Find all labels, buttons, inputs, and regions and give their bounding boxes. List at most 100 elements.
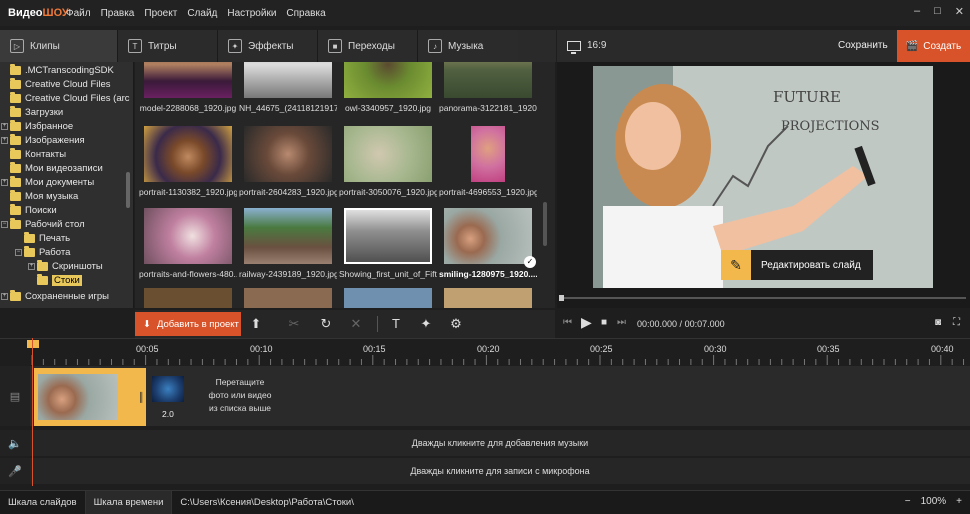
expand-icon[interactable]: + xyxy=(1,136,8,144)
tree-item[interactable]: − Рабочий стол xyxy=(1,217,85,231)
folder-icon xyxy=(10,289,21,301)
menu-file[interactable]: Файл xyxy=(66,8,91,19)
thumbnail-image xyxy=(444,62,532,98)
menu-help[interactable]: Справка xyxy=(286,8,325,19)
tab-time-scale[interactable]: Шкала времени xyxy=(85,490,173,514)
thumbnail[interactable]: panorama-3122181_1920... xyxy=(439,62,537,113)
microphone-track[interactable]: 🎤 Дважды кликните для записи с микрофона xyxy=(0,458,970,484)
folder-tree: .MCTranscodingSDK Creative Cloud Files C… xyxy=(0,62,134,308)
scissors-icon[interactable]: ✂ xyxy=(286,316,302,332)
folder-icon xyxy=(10,161,21,173)
ruler-label: 00:40 xyxy=(931,344,954,354)
folder-icon xyxy=(10,147,21,159)
music-track[interactable]: 🔈 Дважды кликните для добавления музыки xyxy=(0,430,970,456)
collapse-icon[interactable]: − xyxy=(15,248,22,256)
tree-item[interactable]: + Избранное xyxy=(1,119,73,133)
thumbnail[interactable]: portrait-1130382_1920.jpg xyxy=(139,126,237,197)
menu-project[interactable]: Проект xyxy=(144,8,177,19)
slide-track[interactable]: ▤ ║ 2.0 Перетащите фото или видео из спи… xyxy=(0,366,970,426)
skip-back-icon[interactable]: ⏮ xyxy=(563,317,572,328)
play-icon[interactable]: ▶ xyxy=(581,314,592,331)
expand-icon[interactable]: + xyxy=(1,122,8,130)
tab-transitions[interactable]: ■ Переходы xyxy=(318,30,418,62)
minimize-icon[interactable]: ‒ xyxy=(914,5,920,18)
tab-music[interactable]: ♪ Музыка xyxy=(418,30,518,62)
zoom-out-icon[interactable]: − xyxy=(905,496,911,507)
tree-item[interactable]: Контакты xyxy=(10,147,66,161)
transition-block[interactable] xyxy=(152,376,184,402)
thumbnail[interactable]: model-2288068_1920.jpg xyxy=(139,62,237,113)
thumbnail[interactable]: Showing_first_unit_of_Fift... xyxy=(339,208,437,279)
menu-settings[interactable]: Настройки xyxy=(227,8,276,19)
grid-scrollbar[interactable] xyxy=(543,202,547,246)
menu-slide[interactable]: Слайд xyxy=(187,8,217,19)
ruler-label: 00:05 xyxy=(136,344,159,354)
music-track-hint: Дважды кликните для добавления музыки xyxy=(411,438,589,448)
snapshot-icon[interactable]: ◙ xyxy=(935,317,941,328)
tree-item[interactable]: Мои видеозаписи xyxy=(10,161,103,175)
fullscreen-icon[interactable]: ⛶ xyxy=(953,317,960,328)
tab-titles[interactable]: T Титры xyxy=(118,30,218,62)
thumbnail[interactable]: railway-2439189_1920.jpg xyxy=(239,208,337,279)
stop-icon[interactable]: ■ xyxy=(601,317,607,328)
tree-item[interactable]: Загрузки xyxy=(10,105,63,119)
mute-icon[interactable]: ✕ xyxy=(348,316,364,332)
maximize-icon[interactable]: □ xyxy=(934,5,941,18)
close-icon[interactable]: ✕ xyxy=(955,5,964,18)
tree-item[interactable]: + Изображения xyxy=(1,133,85,147)
add-to-project-button[interactable]: ⬇ Добавить в проект xyxy=(135,312,241,336)
tree-item[interactable]: − Работа xyxy=(15,245,70,259)
playhead-handle[interactable] xyxy=(27,340,39,348)
tree-item[interactable]: Моя музыка xyxy=(10,189,78,203)
tree-item[interactable]: Creative Cloud Files (arc xyxy=(10,91,130,105)
thumbnail[interactable]: owl-3340957_1920.jpg xyxy=(339,62,437,113)
aspect-ratio-button[interactable]: 16:9 xyxy=(567,40,606,54)
collapse-icon[interactable]: − xyxy=(1,220,8,228)
thumbnail-selected[interactable]: ✓ smiling-1280975_1920.... xyxy=(439,208,537,279)
tab-clips[interactable]: ▷ Клипы xyxy=(0,30,118,62)
tree-item[interactable]: Печать xyxy=(24,231,70,245)
thumbnail[interactable]: portrait-4696553_1920.jpg xyxy=(439,126,537,197)
zoom-in-icon[interactable]: + xyxy=(956,496,962,507)
magic-wand-icon[interactable]: ✦ xyxy=(418,316,434,332)
menu-edit[interactable]: Правка xyxy=(101,8,135,19)
tree-item[interactable]: + Мои документы xyxy=(1,175,94,189)
tree-item-selected[interactable]: Стоки xyxy=(37,273,82,287)
rotate-icon[interactable]: ↻ xyxy=(318,316,334,332)
save-button[interactable]: Сохранить xyxy=(838,40,888,51)
monitor-icon xyxy=(567,40,581,54)
create-button[interactable]: 🎬 Создать xyxy=(897,30,970,62)
playback-progress[interactable] xyxy=(559,295,966,301)
timeline-ruler[interactable]: 00:05 00:10 00:15 00:20 00:25 00:30 00:3… xyxy=(0,338,970,366)
tree-item[interactable]: Creative Cloud Files xyxy=(10,77,111,91)
tree-item[interactable]: + Сохраненные игры xyxy=(1,289,109,303)
tree-item[interactable]: .MCTranscodingSDK xyxy=(10,63,114,77)
thumbnail[interactable]: portraits-and-flowers-480... xyxy=(139,208,237,279)
thumbnail xyxy=(239,288,337,308)
tree-item[interactable]: Поиски xyxy=(10,203,57,217)
mic-track-hint: Дважды кликните для записи с микрофона xyxy=(410,466,590,476)
expand-icon[interactable]: + xyxy=(28,262,35,270)
thumbnail[interactable]: portrait-2604283_1920.jpg xyxy=(239,126,337,197)
thumbnail[interactable]: NH_44675_(24118121917... xyxy=(239,62,337,113)
clip-resize-handle[interactable]: ║ xyxy=(138,392,144,402)
tree-item[interactable]: + Скриншоты xyxy=(28,259,103,273)
arrow-up-icon[interactable]: ⬆ xyxy=(248,316,264,332)
edit-slide-button[interactable]: ✎ Редактировать слайд xyxy=(721,250,873,280)
progress-knob[interactable] xyxy=(559,295,564,301)
folder-icon xyxy=(10,217,21,229)
thumbnail[interactable]: portrait-3050076_1920.jpg xyxy=(339,126,437,197)
expand-icon[interactable]: + xyxy=(1,292,8,300)
tree-scrollbar[interactable] xyxy=(126,172,130,208)
folder-icon xyxy=(10,203,21,215)
tab-effects[interactable]: ✦ Эффекты xyxy=(218,30,318,62)
app-window: ВидеоШОУ Файл Правка Проект Слайд Настро… xyxy=(0,0,970,514)
expand-icon[interactable]: + xyxy=(1,178,8,186)
playhead[interactable] xyxy=(32,338,33,486)
gear-icon[interactable]: ⚙ xyxy=(448,316,464,332)
tab-slide-scale[interactable]: Шкала слайдов xyxy=(0,490,86,514)
thumbnail xyxy=(139,288,237,308)
slide-clip[interactable]: ║ xyxy=(34,368,146,426)
skip-forward-icon[interactable]: ⏭ xyxy=(617,317,626,328)
text-icon[interactable]: T xyxy=(388,316,404,332)
